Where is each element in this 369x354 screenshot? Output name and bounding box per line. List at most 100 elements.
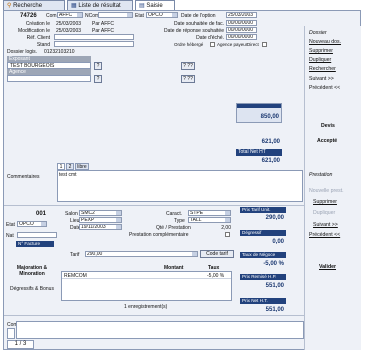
date-fac-input[interactable]: 00/00/0000 [226,20,257,26]
date-option-label: Date de l'option [181,13,216,19]
negoce-value: -5,00 % [263,261,284,267]
agence-payeur-label: Agence payeur [217,42,248,47]
exposant-client[interactable]: TEST BOURGEOIS [7,62,91,69]
date-option-input[interactable]: 25/03/2003 [226,12,257,18]
presta-suivant[interactable]: Suivant >> [313,222,338,228]
facture-label: N° Facture [16,241,54,247]
presta-nouvelle[interactable]: Nouvelle prest. [309,188,344,194]
accepte-button[interactable]: Accepté [317,138,337,144]
sidebar-nouveau[interactable]: Nouveau dos. [309,39,341,45]
modif-label: Modification le [18,28,50,34]
creation-label: Création le [25,21,50,27]
exposant-lookup-button[interactable]: ? [94,62,102,70]
dossier-logis-label: Dossier logis. [7,49,38,55]
presta-etat-label: Etat [6,222,15,228]
comment-scroll[interactable] [7,328,15,339]
caract-label: Caract. [166,211,183,217]
salon-label: Salon [65,211,78,217]
remise-label: Prix Remisé H.P. [240,274,286,280]
presta-precedent[interactable]: Précédent << [309,232,340,238]
comment-textarea[interactable] [16,321,304,339]
stand-input[interactable] [54,41,134,47]
agence-lookup-button[interactable]: ? [94,75,102,83]
ordre-heberge-checkbox[interactable] [210,42,215,47]
row-taux: -5,00 % [207,273,225,279]
lieu-select[interactable]: PEXP [79,217,122,223]
presta-supprimer[interactable]: Supprimer [313,199,337,205]
com-label: Com [46,13,57,19]
prestation-number: 001 [36,211,47,217]
direct-checkbox[interactable] [262,42,267,47]
comment-tab-libre[interactable]: libre [75,163,89,170]
date-eche-label: Date d'éché. [196,35,224,41]
caract-select[interactable]: STPE [188,210,231,216]
creation-date: 25/03/2003 [56,21,82,27]
total-box-1: 850,00 [236,103,282,123]
total-ht-label: Total Net HT [236,149,282,156]
code-tarif-button[interactable]: Code tarif [200,250,234,258]
type-select[interactable]: TALL [188,217,231,223]
direct-label: Direct [247,42,259,47]
prix-unit-value: 290,00 [265,215,284,221]
total-ht-value: 621,00 [261,158,280,164]
ref-client-input[interactable] [54,34,134,40]
sidebar-suivant[interactable]: Suivant >> [309,76,334,82]
date-rep-input[interactable]: 00/00/0000 [226,27,257,33]
comment-tab-2[interactable]: 2 [66,163,74,170]
dossier-logis-value: 01232103210 [44,49,75,55]
majoration-title: Majoration & Minoration [16,265,48,277]
tarif-label: Tarif [70,252,80,258]
complementaire-label: Prestation complémentaire [129,232,189,238]
qte-label: Qté / Prestation [156,225,191,231]
sidebar-title: Dossier [309,30,327,36]
negoce-label: Taux de Négoce [240,252,286,258]
remise-value: 551,00 [265,283,284,289]
sidebar-dupliquer[interactable]: Dupliquer [309,57,331,63]
nat-input[interactable] [17,232,57,238]
row-label: REMCOM [64,273,87,279]
type-label: Type [174,218,185,224]
saisie-panel: 74726 Com AFFC NCom Etat OPCO Date de l'… [3,10,361,350]
pager[interactable]: 1 / 3 [7,340,34,349]
enregistrements-count: 1 enregistrement(s) [124,304,168,310]
agence-field[interactable] [7,75,91,82]
date-fac-label: Date souhaitée de fac. [173,21,224,27]
agence-detail-button[interactable]: ? ?? [181,75,195,83]
prestation-title: Prestation [309,172,333,178]
comment-tab-1[interactable]: 1 [57,163,65,170]
total-1-value: 850,00 [260,114,279,120]
date-eche-input[interactable]: 00/00/0000 [226,34,257,40]
devis-button[interactable]: Devis [321,123,335,129]
nat-label: Nat [6,233,14,239]
creation-par: Par AFFC [92,21,114,27]
sidebar-supprimer[interactable]: Supprimer [309,48,333,54]
table-row[interactable]: REMCOM -5,00 % [62,272,231,279]
com-select[interactable]: AFFC [57,12,83,18]
date-select[interactable]: 19/11/2003 [79,224,122,230]
form-icon: ▤ [139,3,145,9]
ref-client-label: Réf. Client [26,35,50,41]
tarif-select[interactable]: 290,00 [85,251,198,257]
exposant-detail-button[interactable]: ? ?? [181,62,195,70]
qte-value: 2,00 [221,225,231,231]
sidebar-rechercher[interactable]: Rechercher [309,66,336,72]
majoration-table: REMCOM -5,00 % [61,271,232,301]
list-icon: ▦ [71,3,77,9]
prix-net-value: 551,00 [265,307,284,313]
sidebar-precedent[interactable]: Précédent << [309,85,340,91]
valider-button[interactable]: Valider [319,264,336,270]
presta-etat-select[interactable]: OPCO [17,221,47,227]
salon-select[interactable]: SMC2 [79,210,122,216]
etat-select[interactable]: OPCO [146,12,178,18]
ncom-select[interactable] [98,12,133,18]
commentaires-textarea[interactable]: test cmt [57,170,303,202]
dossier-number: 74726 [20,13,37,19]
total-2-value: 621,00 [261,139,280,145]
presta-dupliquer[interactable]: Dupliquer [313,210,335,216]
degressifs-label: Dégressifs & Bonus [10,286,54,292]
complementaire-checkbox[interactable] [225,232,230,237]
degressif-label: Dégressif [240,230,286,236]
commentaires-label: Commentaires [7,174,40,180]
degressif-value: 0,00 [272,239,284,245]
prix-unit-label: Prix Tarif Unit. [240,207,286,213]
